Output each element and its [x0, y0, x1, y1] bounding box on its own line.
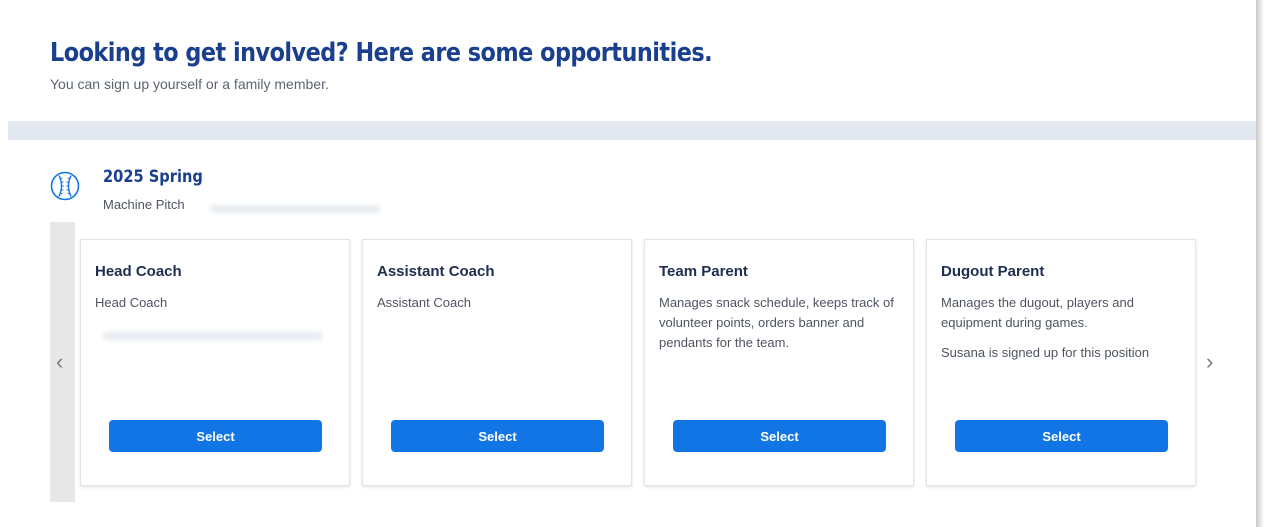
window-edge-shadow: [1256, 0, 1264, 527]
page-subtitle: You can sign up yourself or a family mem…: [50, 76, 329, 92]
card-description: Head Coach: [95, 295, 168, 310]
season-division: Machine Pitch: [103, 197, 185, 212]
season-title: 2025 Spring: [103, 167, 203, 187]
card-description: Manages the dugout, players and equipmen…: [941, 295, 1134, 330]
opportunity-card-team-parent: Team Parent Manages snack schedule, keep…: [644, 239, 914, 486]
select-button-team-parent[interactable]: Select: [673, 420, 886, 452]
opportunity-card-dugout-parent: Dugout Parent Manages the dugout, player…: [926, 239, 1196, 486]
select-button-assistant-coach[interactable]: Select: [391, 420, 604, 452]
card-title: Assistant Coach: [377, 263, 495, 280]
redacted-text: [210, 205, 380, 213]
page-header: Looking to get involved? Here are some o…: [50, 38, 820, 92]
card-title: Head Coach: [95, 263, 182, 280]
opportunity-card-head-coach: Head Coach Head Coach Select: [80, 239, 350, 486]
page-title: Looking to get involved? Here are some o…: [50, 38, 713, 68]
card-title: Dugout Parent: [941, 263, 1045, 280]
signup-status: Susana is signed up for this position: [941, 345, 1150, 360]
redacted-text: [103, 332, 323, 340]
chevron-right-icon[interactable]: ›: [1206, 351, 1213, 373]
select-button-dugout-parent[interactable]: Select: [955, 420, 1168, 452]
card-title: Team Parent: [659, 263, 748, 280]
chevron-left-icon[interactable]: ‹: [56, 351, 63, 373]
select-button-head-coach[interactable]: Select: [109, 420, 322, 452]
card-description: Manages snack schedule, keeps track of v…: [659, 295, 894, 350]
baseball-icon: [50, 171, 80, 201]
opportunity-card-assistant-coach: Assistant Coach Assistant Coach Select: [362, 239, 632, 486]
card-description: Assistant Coach: [377, 295, 471, 310]
section-divider: [8, 121, 1256, 140]
